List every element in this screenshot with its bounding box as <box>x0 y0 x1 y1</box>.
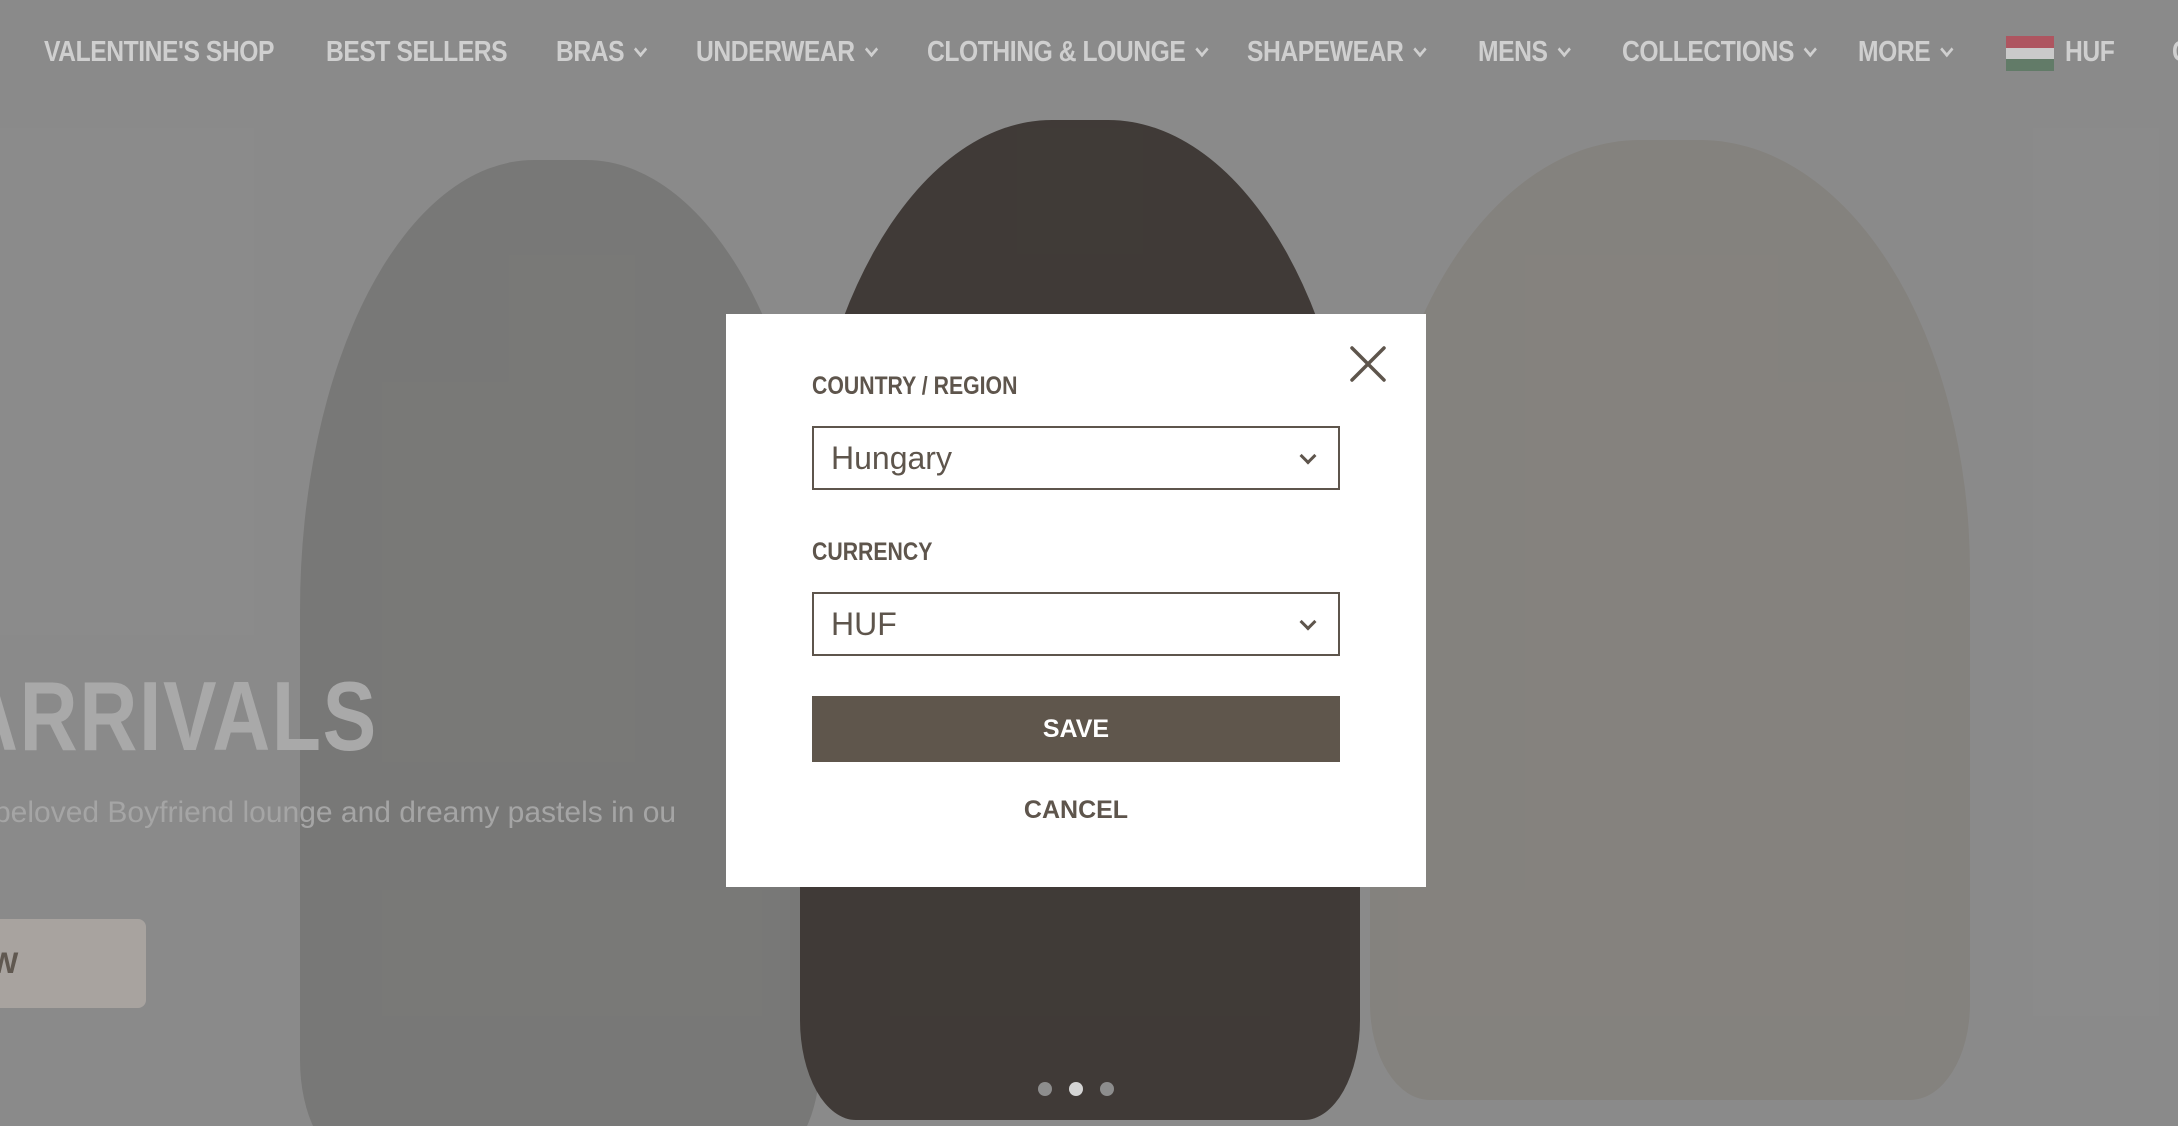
nav-label: BRAS <box>556 36 625 68</box>
hero-button-label: W <box>0 946 19 980</box>
chevron-down-icon <box>1413 41 1427 58</box>
hero-subtitle: beloved Boyfriend lounge and dreamy past… <box>0 796 677 829</box>
nav-label: CLOTHING & LOUNGE <box>927 36 1186 68</box>
chevron-down-icon <box>1803 41 1818 58</box>
currency-label: CURRENCY <box>812 538 933 566</box>
country-currency-modal: COUNTRY / REGION Hungary CURRENCY HUF SA… <box>726 314 1426 887</box>
nav-item-clothing-lounge[interactable]: CLOTHING & LOUNGE <box>927 36 1209 69</box>
carousel-dot-1[interactable] <box>1038 1082 1052 1096</box>
hungary-flag-icon[interactable] <box>2006 36 2054 71</box>
nav-item-collections[interactable]: COLLECTIONS <box>1622 36 1818 69</box>
nav-label: BEST SELLERS <box>326 36 508 68</box>
chevron-down-icon <box>1299 447 1317 465</box>
currency-selector[interactable]: HUF <box>2065 36 2115 69</box>
country-select[interactable]: Hungary <box>812 426 1340 490</box>
save-button[interactable]: SAVE <box>812 696 1340 762</box>
close-icon[interactable] <box>1348 344 1388 384</box>
chevron-down-icon <box>1195 41 1209 58</box>
hero-shop-button[interactable]: W <box>0 919 146 1008</box>
chevron-down-icon <box>1940 41 1954 58</box>
nav-item-valentines-shop[interactable]: VALENTINE'S SHOP <box>44 36 274 69</box>
chevron-down-icon <box>1557 41 1571 58</box>
nav-label: SHAPEWEAR <box>1247 36 1404 68</box>
nav-label: MORE <box>1858 36 1931 68</box>
currency-label: HUF <box>2065 36 2115 68</box>
country-label: COUNTRY / REGION <box>812 372 1018 400</box>
nav-label: COLLECTIONS <box>1622 36 1794 68</box>
nav-label: UNDERWEAR <box>696 36 855 68</box>
chevron-down-icon <box>1299 613 1317 631</box>
nav-item-more[interactable]: MORE <box>1858 36 1954 69</box>
currency-select[interactable]: HUF <box>812 592 1340 656</box>
nav-item-shapewear[interactable]: SHAPEWEAR <box>1247 36 1427 69</box>
nav-label: VALENTINE'S SHOP <box>44 36 275 68</box>
nav-item-mens[interactable]: MENS <box>1478 36 1571 69</box>
nav-item-bras[interactable]: BRAS <box>556 36 648 69</box>
nav-label: C <box>2172 36 2178 69</box>
carousel-dot-3[interactable] <box>1100 1082 1114 1096</box>
chevron-down-icon <box>864 41 878 58</box>
nav-label: MENS <box>1478 36 1548 68</box>
carousel-dot-2[interactable] <box>1069 1082 1083 1096</box>
nav-item-underwear[interactable]: UNDERWEAR <box>696 36 878 69</box>
nav-item-partial[interactable]: C <box>2172 36 2178 69</box>
currency-value: HUF <box>831 605 897 642</box>
chevron-down-icon <box>634 41 648 58</box>
cancel-button[interactable]: CANCEL <box>812 796 1340 825</box>
nav-item-best-sellers[interactable]: BEST SELLERS <box>326 36 508 69</box>
main-nav: VALENTINE'S SHOP BEST SELLERS BRAS UNDER… <box>0 36 2178 76</box>
country-value: Hungary <box>831 439 952 476</box>
hero-title: ARRIVALS <box>0 661 378 771</box>
